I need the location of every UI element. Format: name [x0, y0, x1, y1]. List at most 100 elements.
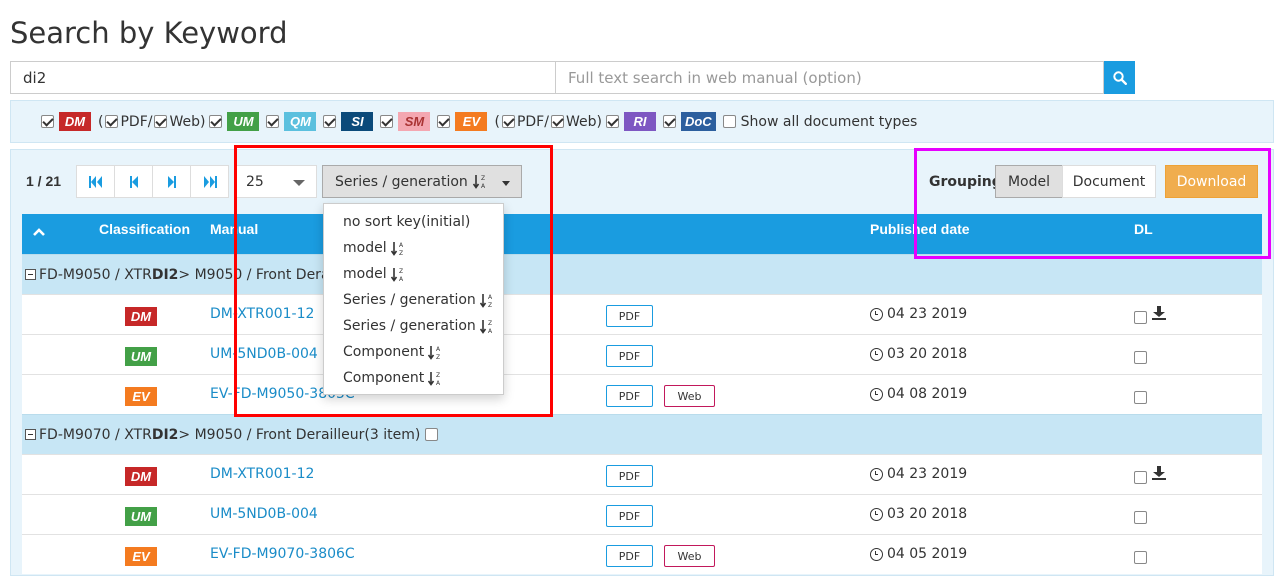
- fulltext-search-input[interactable]: [556, 61, 1104, 94]
- classification-badge: DM: [125, 467, 157, 486]
- collapse-all-button[interactable]: [32, 224, 46, 240]
- web-checkbox[interactable]: [550, 115, 564, 128]
- collapse-icon[interactable]: [25, 429, 36, 440]
- collapse-icon[interactable]: [25, 269, 36, 280]
- sort-option[interactable]: model Z A: [324, 261, 503, 287]
- group-checkbox[interactable]: [425, 428, 439, 441]
- date-value: 03 20 2018: [887, 506, 968, 522]
- checkbox-si[interactable]: [323, 115, 337, 128]
- download-checkbox[interactable]: [1134, 391, 1147, 404]
- download-icon[interactable]: [1152, 466, 1166, 480]
- first-page-button[interactable]: [76, 165, 115, 198]
- per-page-select[interactable]: 25: [234, 165, 317, 198]
- checkbox-sm[interactable]: [380, 115, 394, 128]
- header-published-date[interactable]: Published date: [870, 221, 970, 237]
- filter-doc[interactable]: DoC: [662, 112, 716, 131]
- pdf-button[interactable]: PDF: [606, 505, 653, 527]
- open-paren: (: [98, 113, 104, 130]
- checkbox-ev[interactable]: [437, 115, 451, 128]
- web-checkbox[interactable]: [154, 115, 168, 128]
- sort-option[interactable]: Component A Z: [324, 339, 503, 365]
- download-checkbox[interactable]: [1134, 351, 1147, 364]
- search-row: [10, 61, 1135, 94]
- clock-icon: [870, 467, 883, 481]
- table-header: Classification Manual Published date DL: [22, 214, 1262, 254]
- group-bold: DI2: [151, 266, 179, 283]
- last-page-button[interactable]: [190, 165, 229, 198]
- filter-um[interactable]: UM: [209, 112, 260, 131]
- manual-link[interactable]: UM-5ND0B-004: [210, 346, 318, 362]
- checkbox-qm[interactable]: [266, 115, 280, 128]
- next-page-button[interactable]: [152, 165, 191, 198]
- grouping-model-button[interactable]: Model: [995, 165, 1063, 198]
- grouping-document-button[interactable]: Document: [1062, 165, 1156, 198]
- header-classification[interactable]: Classification: [99, 221, 190, 237]
- sort-option[interactable]: model A Z: [324, 235, 503, 261]
- manual-link[interactable]: DM-XTR001-12: [210, 306, 314, 322]
- pdf-checkbox[interactable]: [501, 115, 515, 128]
- show-all-label: Show all document types: [740, 113, 918, 130]
- sort-option[interactable]: Component Z A: [324, 365, 503, 391]
- download-checkbox[interactable]: [1134, 471, 1147, 484]
- checkbox-dm[interactable]: [41, 115, 54, 128]
- svg-text:Z: Z: [436, 354, 440, 360]
- web-option-label: Web: [169, 113, 200, 130]
- keyword-input[interactable]: [10, 61, 556, 94]
- show-all-types[interactable]: Show all document types: [722, 113, 918, 130]
- sort-option-label: Component: [343, 370, 425, 386]
- header-manual[interactable]: Manual: [210, 221, 258, 237]
- pdf-button[interactable]: PDF: [606, 465, 653, 487]
- manual-link[interactable]: UM-5ND0B-004: [210, 506, 318, 522]
- checkbox-um[interactable]: [209, 115, 223, 128]
- filter-ev[interactable]: EV: [437, 112, 488, 131]
- svg-text:Z: Z: [488, 320, 492, 327]
- checkbox-ri[interactable]: [605, 115, 619, 128]
- next-page-icon: [167, 175, 176, 188]
- checkbox-doc[interactable]: [662, 115, 676, 128]
- filter-sm[interactable]: SM: [380, 112, 431, 131]
- manual-link[interactable]: DM-XTR001-12: [210, 466, 314, 482]
- download-checkbox[interactable]: [1134, 511, 1147, 524]
- svg-text:Z: Z: [399, 268, 403, 275]
- show-all-checkbox[interactable]: [722, 115, 736, 128]
- sort-option[interactable]: Series / generation A Z: [324, 287, 503, 313]
- classification-badge: UM: [125, 507, 157, 526]
- pdf-button[interactable]: PDF: [606, 345, 653, 367]
- filter-si[interactable]: SI: [323, 112, 374, 131]
- web-button[interactable]: Web: [664, 385, 715, 407]
- svg-text:A: A: [488, 294, 493, 301]
- classification-badge: DM: [125, 307, 157, 326]
- svg-text:Z: Z: [481, 175, 485, 182]
- date-value: 04 23 2019: [887, 466, 968, 482]
- group-row[interactable]: FD-M9070 / XTR DI2 > M9050 / Front Derai…: [22, 414, 1262, 454]
- page-count: 1 / 21: [26, 173, 62, 189]
- download-icon[interactable]: [1152, 306, 1166, 320]
- pdf-button[interactable]: PDF: [606, 305, 653, 327]
- sort-option[interactable]: Series / generation Z A: [324, 313, 503, 339]
- published-date: 04 08 2019: [870, 386, 967, 402]
- svg-text:Z: Z: [436, 372, 440, 379]
- pdf-button[interactable]: PDF: [606, 545, 653, 567]
- web-option-label: Web: [565, 113, 597, 130]
- download-button[interactable]: Download: [1165, 165, 1258, 198]
- pdf-checkbox[interactable]: [105, 115, 119, 128]
- filter-ri[interactable]: RI: [605, 112, 656, 131]
- page-title: Search by Keyword: [10, 16, 288, 50]
- download-checkbox[interactable]: [1134, 311, 1147, 324]
- sort-desc-icon: ZA: [479, 319, 493, 334]
- search-button[interactable]: [1104, 61, 1135, 94]
- svg-text:Z: Z: [399, 250, 403, 256]
- download-checkbox[interactable]: [1134, 551, 1147, 564]
- pdf-button[interactable]: PDF: [606, 385, 653, 407]
- sort-option[interactable]: no sort key(initial): [324, 209, 503, 235]
- manual-link[interactable]: EV-FD-M9070-3806C: [210, 546, 355, 562]
- published-date: 04 23 2019: [870, 466, 967, 482]
- chevron-down-icon: [502, 181, 510, 186]
- filter-qm[interactable]: QM: [266, 112, 317, 131]
- published-date: 04 05 2019: [870, 546, 967, 562]
- group-row[interactable]: FD-M9050 / XTR DI2 > M9050 / Front Derai…: [22, 254, 1262, 294]
- prev-page-button[interactable]: [114, 165, 153, 198]
- sort-select[interactable]: Series / generation ZA: [322, 165, 522, 198]
- web-button[interactable]: Web: [664, 545, 715, 567]
- filter-dm[interactable]: DM: [41, 112, 91, 131]
